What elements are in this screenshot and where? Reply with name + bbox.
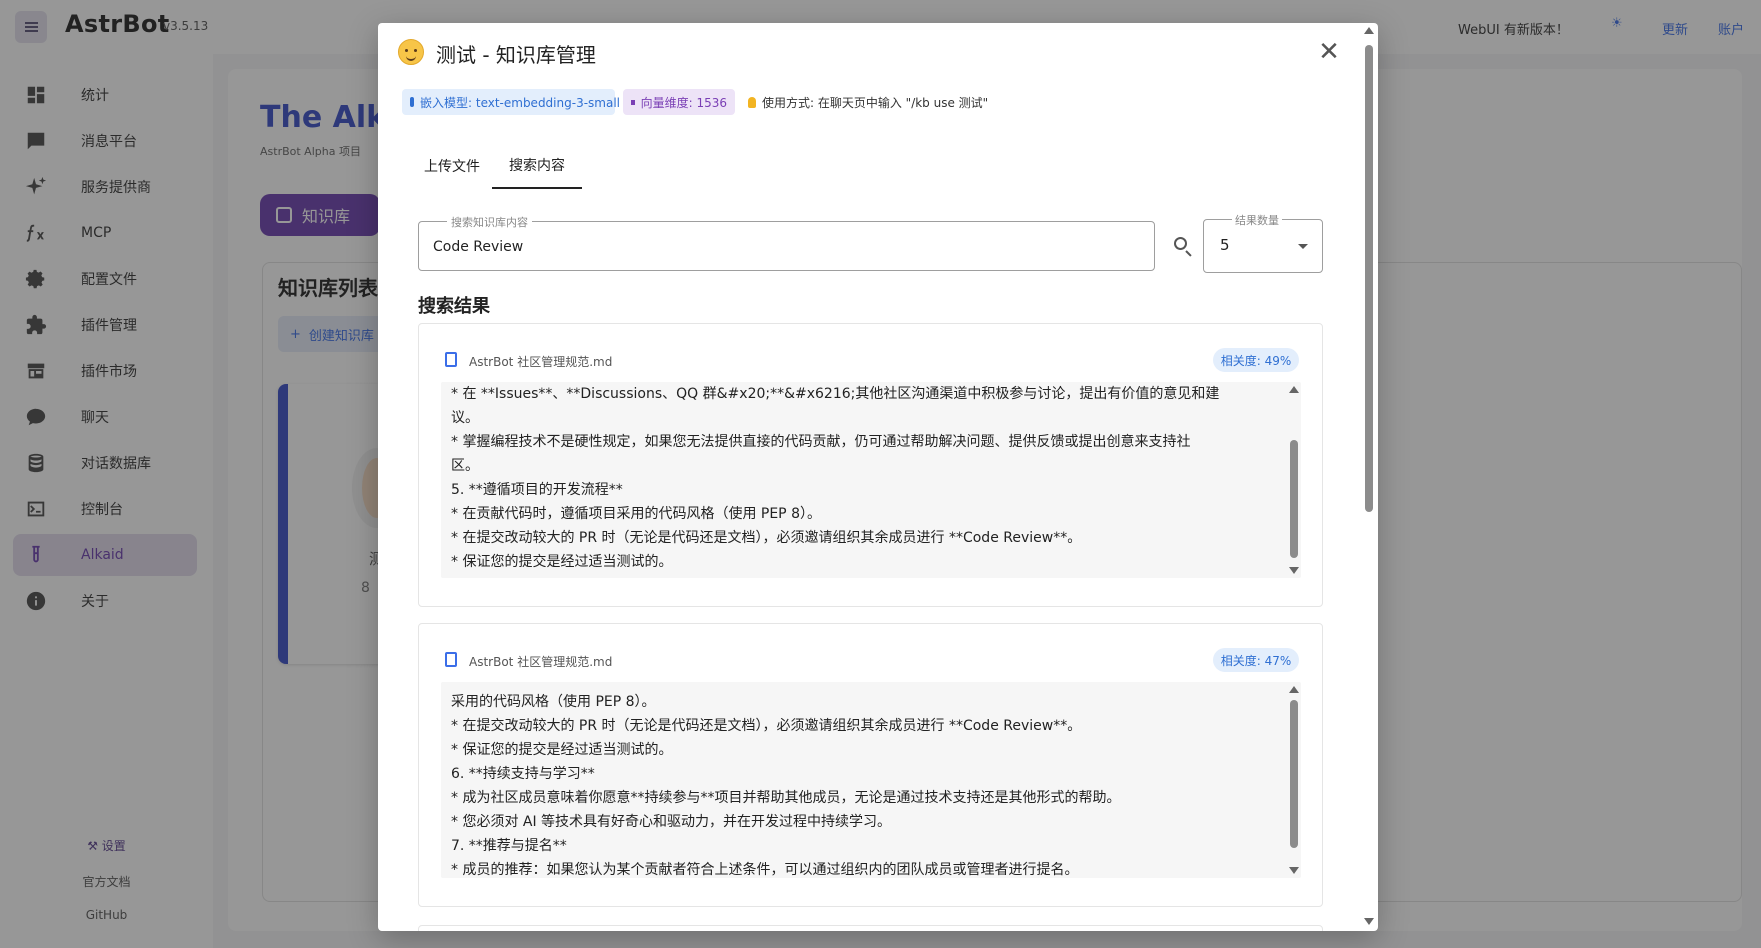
- result-card-partial: [418, 925, 1323, 931]
- chevron-down-icon: [1298, 244, 1308, 249]
- result-line: * 在贡献代码时，遵循项目采用的代码风格（使用 PEP 8）。: [451, 506, 821, 522]
- result-line: * 掌握编程技术不是硬性规定，如果您无法提供直接的代码贡献，仍可通过帮助解决问题…: [451, 434, 1191, 450]
- result-line: 议。: [451, 410, 479, 426]
- usage-hint-text: 使用方式: 在聊天页中输入 "/kb use 测试": [762, 95, 989, 110]
- scroll-down-icon[interactable]: [1289, 867, 1299, 874]
- result-count-select[interactable]: 结果数量 5: [1203, 212, 1323, 273]
- search-field: 搜索知识库内容: [418, 214, 1155, 271]
- vector-dimension-chip: 向量维度: 1536: [623, 89, 735, 115]
- result-count-value: 5: [1220, 236, 1230, 254]
- dialog-title: 测试 - 知识库管理: [436, 43, 596, 67]
- result-line: 采用的代码风格（使用 PEP 8）。: [451, 694, 656, 710]
- result-line: * 成为社区成员意味着你愿意**持续参与**项目并帮助其他成员，无论是通过技术支…: [451, 790, 1121, 806]
- result-scrollbar[interactable]: [1287, 682, 1299, 878]
- result-line: 5. **遵循项目的开发流程**: [451, 482, 623, 498]
- usage-hint-chip: 使用方式: 在聊天页中输入 "/kb use 测试": [740, 89, 1000, 115]
- scroll-thumb[interactable]: [1365, 45, 1373, 512]
- result-file-name: AstrBot 社区管理规范.md: [469, 355, 613, 369]
- result-line: * 在 **Issues**、**Discussions、QQ 群&#x20;*…: [451, 386, 1220, 402]
- result-card: AstrBot 社区管理规范.md 相关度: 49% * 在 **Issues*…: [418, 323, 1323, 607]
- tab-search-content[interactable]: 搜索内容: [492, 143, 582, 189]
- scroll-thumb[interactable]: [1290, 700, 1298, 848]
- scroll-up-icon[interactable]: [1289, 386, 1299, 393]
- embedding-model-text: 嵌入模型: text-embedding-3-small: [420, 95, 620, 110]
- scroll-down-icon[interactable]: [1364, 918, 1374, 925]
- search-button[interactable]: [1169, 232, 1197, 260]
- search-icon-handle: [1185, 250, 1192, 257]
- result-line: 6. **持续支持与学习**: [451, 766, 595, 782]
- close-button[interactable]: ✕: [1314, 37, 1344, 67]
- result-line: * 保证您的提交是经过适当测试的。: [451, 554, 673, 570]
- result-scrollbar[interactable]: [1287, 382, 1299, 578]
- database-icon: [410, 97, 414, 107]
- document-icon: [445, 352, 457, 367]
- result-line: * 成员的推荐：如果您认为某个贡献者符合上述条件，可以通过组织内的团队成员或管理…: [451, 862, 1079, 878]
- search-input[interactable]: [433, 236, 1133, 258]
- relevance-badge: 相关度: 49%: [1213, 348, 1299, 372]
- scroll-thumb[interactable]: [1290, 440, 1298, 558]
- tab-upload-files[interactable]: 上传文件: [414, 143, 490, 189]
- kb-manage-dialog: 测试 - 知识库管理 ✕ 嵌入模型: text-embedding-3-smal…: [378, 23, 1378, 931]
- result-file-name: AstrBot 社区管理规范.md: [469, 655, 613, 669]
- search-field-label: 搜索知识库内容: [447, 214, 532, 230]
- smiley-icon: [398, 39, 424, 65]
- results-title: 搜索结果: [418, 296, 490, 317]
- scroll-up-icon[interactable]: [1364, 27, 1374, 34]
- search-icon: [1174, 237, 1187, 250]
- result-count-label: 结果数量: [1232, 212, 1282, 228]
- close-icon: ✕: [1318, 37, 1340, 67]
- result-content[interactable]: * 在 **Issues**、**Discussions、QQ 群&#x20;*…: [441, 382, 1301, 578]
- result-card: AstrBot 社区管理规范.md 相关度: 47% 采用的代码风格（使用 PE…: [418, 623, 1323, 907]
- scroll-down-icon[interactable]: [1289, 567, 1299, 574]
- result-content[interactable]: 采用的代码风格（使用 PEP 8）。 * 在提交改动较大的 PR 时（无论是代码…: [441, 682, 1301, 878]
- result-line: * 在提交改动较大的 PR 时（无论是代码还是文档），必须邀请组织其余成员进行 …: [451, 530, 1082, 546]
- result-line: * 保证您的提交是经过适当测试的。: [451, 742, 673, 758]
- result-line: 区。: [451, 458, 479, 474]
- result-line: * 您必须对 AI 等技术具有好奇心和驱动力，并在开发过程中持续学习。: [451, 814, 892, 830]
- vector-dimension-text: 向量维度: 1536: [640, 95, 727, 110]
- relevance-badge: 相关度: 47%: [1213, 648, 1299, 672]
- result-line: * 在提交改动较大的 PR 时（无论是代码还是文档），必须邀请组织其余成员进行 …: [451, 718, 1082, 734]
- document-icon: [445, 652, 457, 667]
- scroll-up-icon[interactable]: [1289, 686, 1299, 693]
- square-icon: [631, 99, 635, 105]
- lightbulb-icon: [748, 96, 756, 108]
- result-line: 7. **推荐与提名**: [451, 838, 567, 854]
- embedding-model-chip: 嵌入模型: text-embedding-3-small: [402, 89, 620, 115]
- dialog-scrollbar[interactable]: [1360, 23, 1378, 931]
